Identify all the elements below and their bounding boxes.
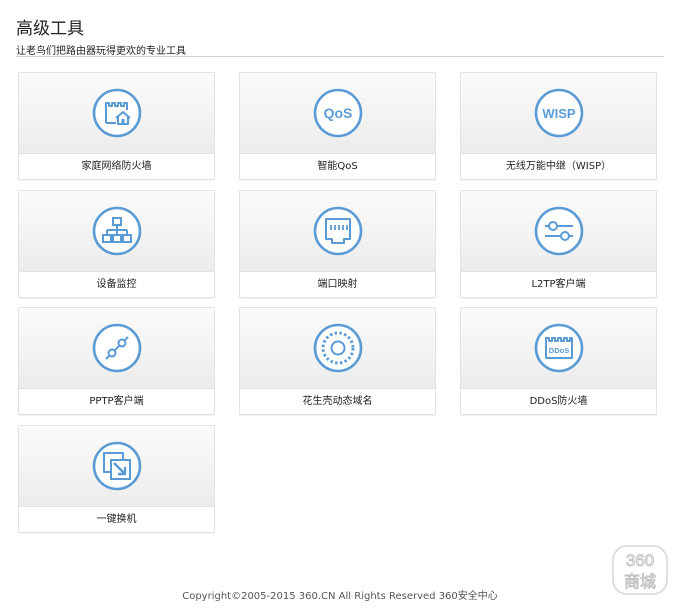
tool-label: 花生壳动态域名 — [302, 396, 373, 407]
tool-label: PPTP客户端 — [89, 396, 144, 407]
tool-card-wisp[interactable]: WISP 无线万能中继（WISP） — [460, 72, 657, 180]
watermark-line1: 360 — [626, 551, 654, 570]
ddns-ring-icon — [313, 323, 363, 373]
qos-icon: QoS — [313, 88, 363, 138]
tool-label: DDoS防火墙 — [529, 396, 588, 407]
qos-icon-text: QoS — [324, 105, 353, 121]
device-monitor-icon — [92, 206, 142, 256]
tool-label: 设备监控 — [96, 279, 137, 290]
wisp-icon-text: WISP — [542, 106, 576, 121]
tool-label: 家庭网络防火墙 — [81, 161, 152, 172]
ddos-icon-text: DDoS — [549, 346, 569, 355]
tool-label: 端口映射 — [317, 279, 358, 290]
one-click-switch-icon — [92, 441, 142, 491]
tool-card-one-click-switch[interactable]: 一键换机 — [18, 425, 215, 533]
ddos-firewall-icon: DDoS — [534, 323, 584, 373]
tools-grid: 家庭网络防火墙 QoS 智能QoS WISP 无线万能中继（WISP） 设备监控… — [0, 0, 680, 560]
tool-label: 智能QoS — [317, 161, 358, 172]
tool-card-port-mapping[interactable]: 端口映射 — [239, 190, 436, 298]
tool-card-ddos-firewall[interactable]: DDoS DDoS防火墙 — [460, 307, 657, 415]
pptp-link-icon — [92, 323, 142, 373]
l2tp-sliders-icon — [534, 206, 584, 256]
tool-label: 一键换机 — [96, 514, 137, 525]
tool-card-pptp[interactable]: PPTP客户端 — [18, 307, 215, 415]
tool-card-l2tp[interactable]: L2TP客户端 — [460, 190, 657, 298]
tool-card-home-firewall[interactable]: 家庭网络防火墙 — [18, 72, 215, 180]
tool-label: 无线万能中继（WISP） — [505, 161, 612, 172]
tool-card-qos[interactable]: QoS 智能QoS — [239, 72, 436, 180]
port-mapping-icon — [313, 206, 363, 256]
footer-copyright: Copyright©2005-2015 360.CN All Rights Re… — [182, 591, 498, 602]
tool-card-device-monitor[interactable]: 设备监控 — [18, 190, 215, 298]
wisp-icon: WISP — [534, 88, 584, 138]
tool-label: L2TP客户端 — [531, 279, 586, 290]
home-firewall-icon — [92, 88, 142, 138]
tool-card-ddns[interactable]: 花生壳动态域名 — [239, 307, 436, 415]
